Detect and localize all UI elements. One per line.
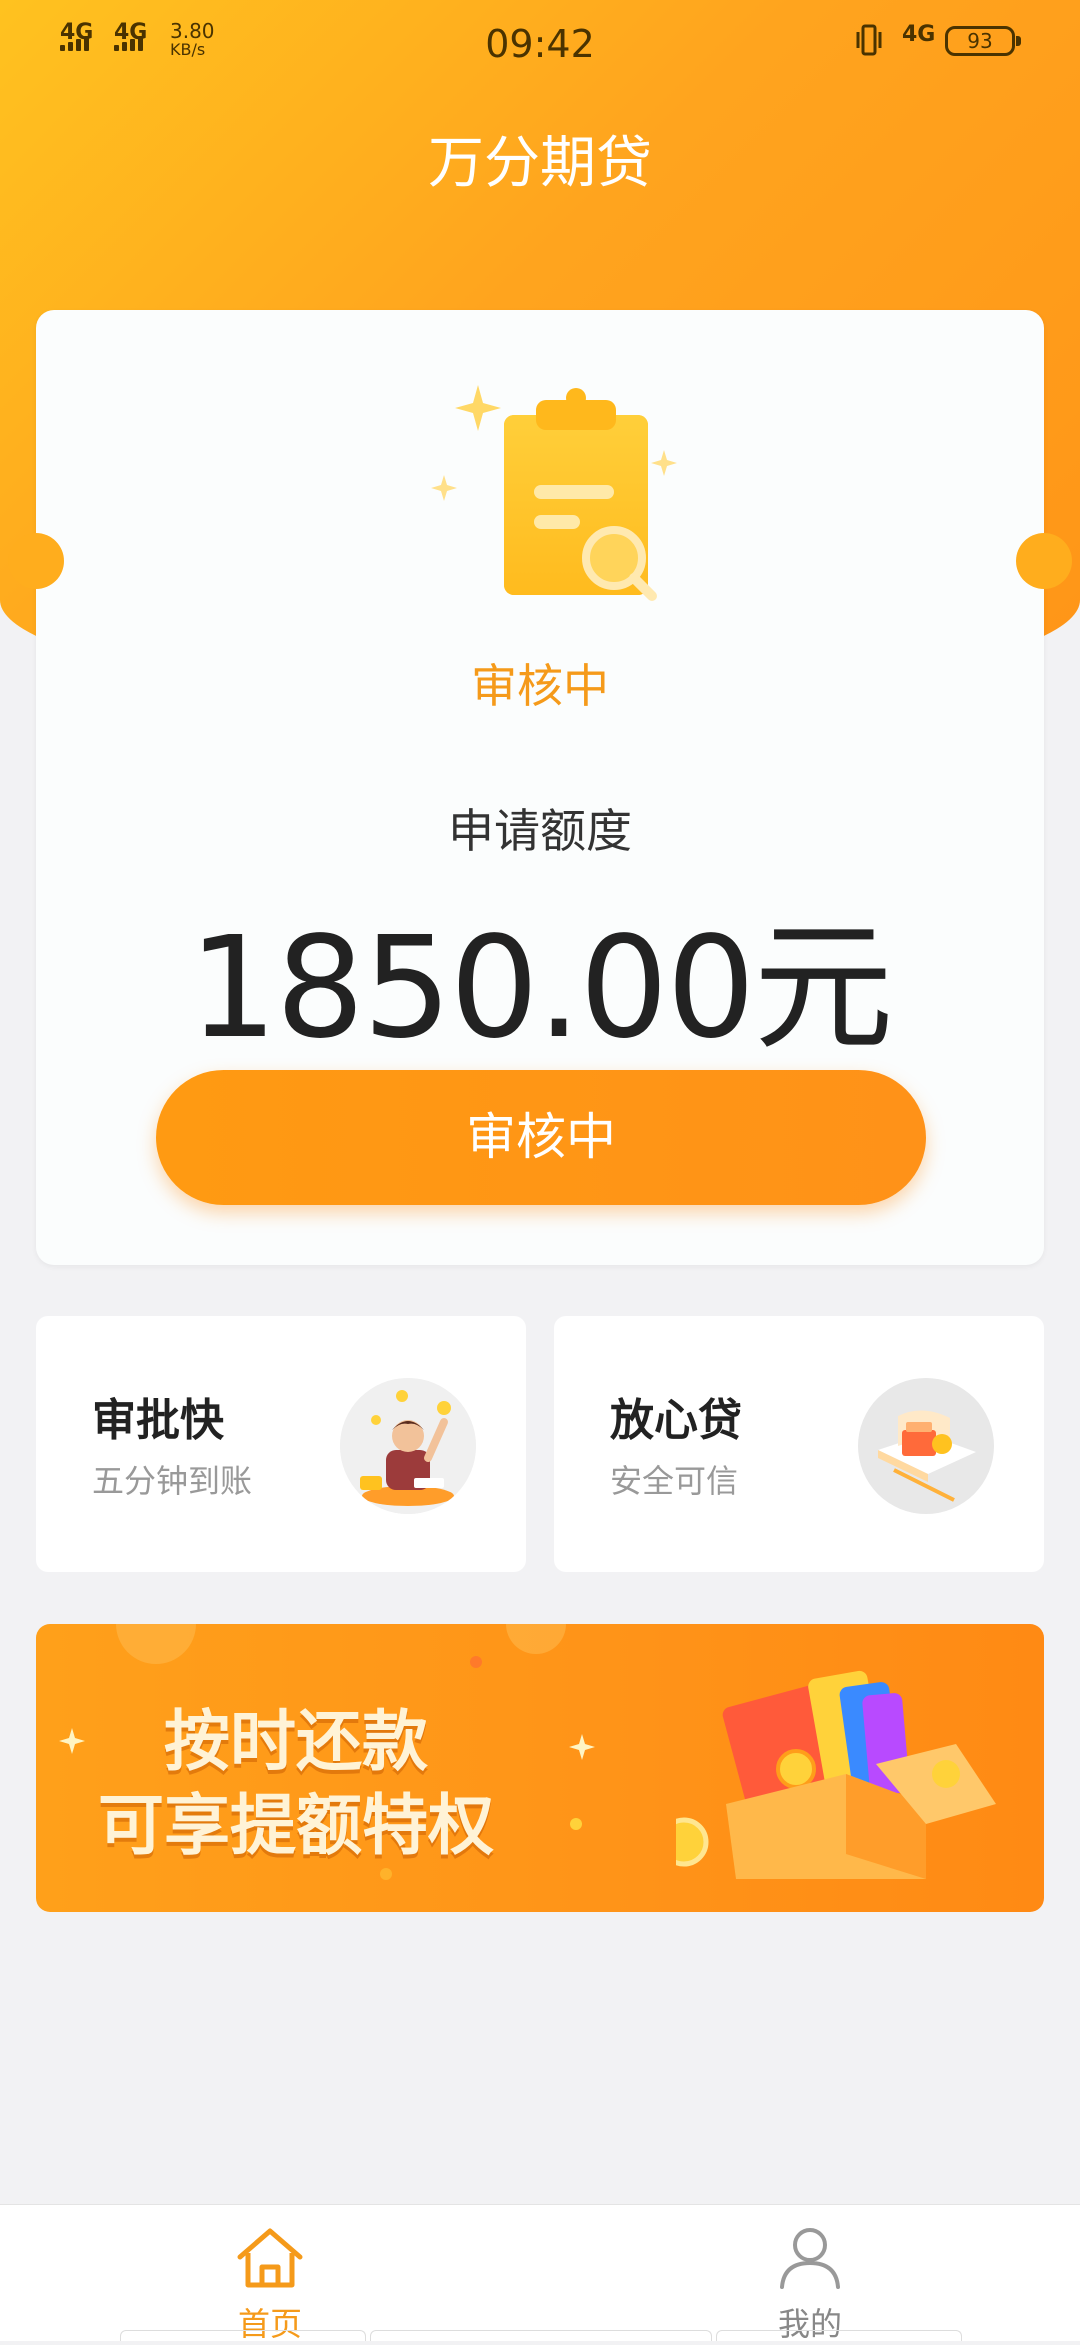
card-notch-left: [8, 533, 64, 589]
banner-line-2: 可享提额特权: [98, 1787, 494, 1864]
feature-subtitle: 安全可信: [610, 1462, 739, 1500]
card-notch-right: [1016, 533, 1072, 589]
tab-home[interactable]: 首页: [170, 2225, 370, 2343]
review-status-button[interactable]: 审核中: [156, 1070, 926, 1205]
vibrate-icon: [856, 24, 882, 56]
battery-icon: 93: [945, 26, 1021, 56]
bank-book-illustration-icon: [858, 1378, 994, 1514]
banner-line-1: 按时还款: [164, 1703, 428, 1780]
clipboard-search-icon: [431, 385, 677, 601]
apply-amount-label: 申请额度: [448, 804, 632, 858]
home-icon: [237, 2228, 303, 2288]
tab-mine[interactable]: 我的: [710, 2225, 910, 2343]
nav-hint: [120, 2330, 366, 2341]
status-bar: 4G 4G 3.80 KB/s 09:42 4G 93: [0, 0, 1080, 90]
nav-hint: [716, 2330, 962, 2341]
feature-card-fast-approval[interactable]: 审批快 五分钟到账: [36, 1316, 526, 1572]
gift-box-cards-icon: [676, 1670, 996, 1879]
feature-card-safe-loan[interactable]: 放心贷 安全可信: [554, 1316, 1044, 1572]
apply-amount-value: 1850.00元: [188, 907, 894, 1070]
battery-level: 93: [967, 29, 993, 53]
user-icon: [780, 2228, 840, 2289]
bottom-tab-bar: 首页 我的: [0, 2204, 1080, 2343]
feature-title: 审批快: [92, 1395, 224, 1446]
review-status-label: 审核中: [471, 659, 609, 713]
promo-banner[interactable]: 按时还款 可享提额特权: [36, 1624, 1044, 1912]
happy-man-illustration-icon: [340, 1378, 476, 1514]
network-type-right: 4G: [902, 22, 936, 47]
feature-subtitle: 五分钟到账: [92, 1462, 253, 1500]
feature-title: 放心贷: [610, 1395, 742, 1446]
nav-hint: [370, 2330, 712, 2341]
application-card: 审核中 申请额度 1850.00元 审核中: [36, 310, 1044, 1265]
app-title: 万分期贷: [428, 131, 652, 196]
